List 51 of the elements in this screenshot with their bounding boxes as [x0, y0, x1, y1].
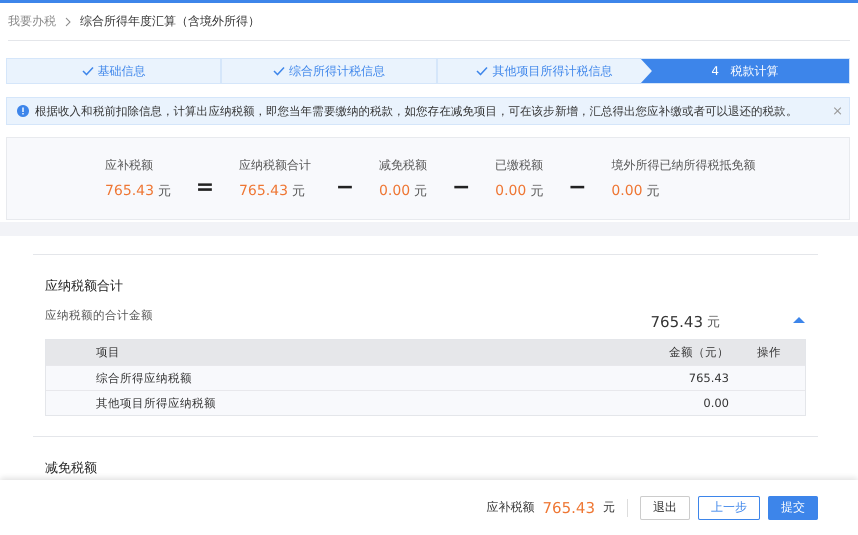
table-cell-text: 0.00 — [702, 396, 729, 410]
step-tab[interactable]: 其他项目所得计税信息 — [436, 58, 652, 84]
column-header: 操作 — [756, 345, 782, 360]
summary-label: 应补税额 — [105, 157, 154, 174]
table-cell-text: 其他项目所得应纳税额 — [96, 396, 217, 410]
breadcrumb-item: 综合所得年度汇算（含境外所得） — [80, 13, 260, 30]
chevron-right-icon — [64, 16, 72, 26]
step-tab[interactable]: 基础信息 — [6, 58, 222, 84]
unit-text: 元 — [603, 499, 615, 516]
summary-label: 已缴税额 — [495, 157, 544, 174]
summary-value: 0.00 — [611, 183, 643, 199]
submit-button[interactable]: 提交 — [768, 496, 818, 520]
operator-sign: = — [194, 174, 216, 200]
summary-value: 765.43 — [105, 183, 154, 199]
summary-label: 应纳税额合计 — [239, 157, 311, 174]
column-header: 项目 — [96, 345, 121, 360]
table-cell-text: 765.43 — [688, 371, 729, 385]
operator-sign: − — [450, 174, 472, 200]
section-title: 应纳税额合计 — [45, 278, 124, 295]
unit-text: 元 — [646, 184, 660, 199]
summary-label: 减免税额 — [379, 157, 428, 174]
section-subtitle: 应纳税额的合计金额 — [45, 308, 154, 322]
footer-value: 765.43 — [542, 498, 595, 516]
operator-sign: − — [334, 174, 356, 200]
summary-value: 0.00 — [379, 183, 410, 199]
unit-text: 元 — [292, 184, 305, 199]
close-icon[interactable]: × — [832, 104, 843, 118]
info-icon — [17, 105, 29, 117]
column-header: 金额（元） — [668, 345, 729, 360]
exit-button[interactable]: 退出 — [640, 496, 690, 520]
section-title: 减免税额 — [45, 460, 98, 477]
section-amount: 765.43 — [650, 313, 703, 331]
previous-button[interactable]: 上一步 — [698, 496, 760, 520]
unit-text: 元 — [530, 184, 544, 199]
step-tab[interactable]: 4 税款计算 — [640, 58, 850, 84]
notice-text: 根据收入和税前扣除信息，计算出应纳税额，即您当年需要缴纳的税款，如您存在减免项目，可在该步新增，汇总得出您应补缴或者可以退还的税款。 — [35, 104, 798, 118]
footer-label: 应补税额 — [486, 499, 534, 516]
check-icon — [82, 66, 94, 76]
unit-text: 元 — [707, 314, 720, 331]
table-cell-text: 综合所得应纳税额 — [96, 370, 193, 386]
operator-sign: − — [567, 174, 588, 200]
step-tab[interactable]: 综合所得计税信息 — [221, 58, 437, 84]
unit-text: 元 — [414, 184, 428, 199]
check-icon — [272, 66, 285, 76]
summary-label: 境外所得已纳所得税抵免额 — [611, 157, 756, 174]
summary-value: 0.00 — [495, 183, 526, 199]
unit-text: 元 — [158, 184, 171, 199]
breadcrumb-item[interactable]: 我要办税 — [8, 13, 56, 30]
check-icon — [476, 66, 488, 76]
summary-value: 765.43 — [239, 183, 288, 199]
collapse-icon[interactable] — [792, 315, 806, 325]
